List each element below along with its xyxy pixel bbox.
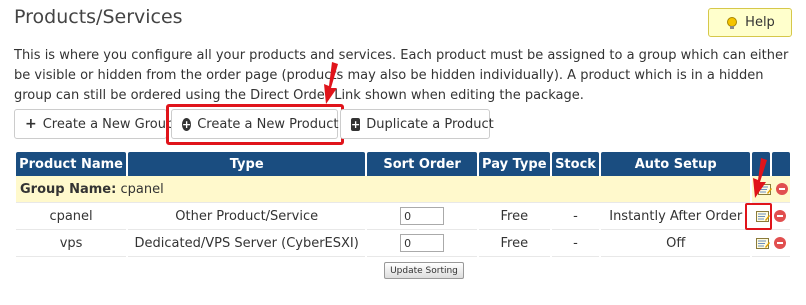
table-header-row: Product Name Type Sort Order Pay Type St… [16, 152, 790, 176]
update-sorting-button[interactable]: Update Sorting [384, 262, 464, 279]
product-type: Other Product/Service [128, 203, 366, 230]
row-actions [752, 203, 790, 230]
help-button[interactable]: Help [708, 8, 792, 37]
duplicate-product-button[interactable]: + Duplicate a Product [340, 109, 494, 139]
col-sort-order[interactable]: Sort Order [367, 152, 477, 176]
group-actions [752, 176, 790, 203]
create-product-button[interactable]: + Create a New Product [171, 109, 339, 139]
lightbulb-icon [727, 16, 738, 29]
edit-icon[interactable] [756, 237, 771, 250]
table-row: vps Dedicated/VPS Server (CyberESXI) Fre… [16, 230, 790, 257]
create-product-label: Create a New Product [197, 116, 339, 132]
square-plus-icon: + [351, 117, 361, 131]
page-title: Products/Services [14, 6, 183, 28]
products-table: Product Name Type Sort Order Pay Type St… [14, 152, 792, 257]
sort-order-input[interactable] [400, 234, 445, 252]
pay-type: Free [478, 203, 550, 230]
product-name: cpanel [16, 203, 127, 230]
col-stock[interactable]: Stock [551, 152, 600, 176]
row-actions [752, 230, 790, 257]
sort-order-cell [367, 230, 477, 257]
circle-plus-icon: + [182, 117, 192, 131]
page-description: This is where you configure all your pro… [14, 48, 789, 103]
group-name-value: cpanel [120, 181, 164, 197]
table-row: cpanel Other Product/Service Free - Inst… [16, 203, 790, 230]
group-name-label: Group Name: [20, 181, 117, 197]
delete-icon[interactable] [774, 210, 787, 222]
stock: - [551, 203, 600, 230]
create-group-label: Create a New Group [42, 116, 175, 132]
plus-icon: + [25, 116, 37, 132]
duplicate-product-label: Duplicate a Product [366, 116, 494, 132]
create-group-button[interactable]: + Create a New Group [14, 109, 174, 139]
edit-icon[interactable] [758, 183, 773, 196]
edit-icon[interactable] [756, 210, 771, 223]
group-row: Group Name: cpanel [16, 176, 790, 203]
product-type: Dedicated/VPS Server (CyberESXI) [128, 230, 366, 257]
delete-icon[interactable] [774, 237, 787, 249]
col-delete [772, 152, 790, 176]
col-pay-type[interactable]: Pay Type [478, 152, 550, 176]
sort-order-input[interactable] [400, 207, 445, 225]
group-name-cell: Group Name: cpanel [16, 176, 751, 203]
col-edit [752, 152, 771, 176]
product-name: vps [16, 230, 127, 257]
col-auto-setup[interactable]: Auto Setup [601, 152, 751, 176]
sort-order-cell [367, 203, 477, 230]
auto-setup: Instantly After Order [601, 203, 751, 230]
col-product-name[interactable]: Product Name [16, 152, 127, 176]
col-type[interactable]: Type [128, 152, 366, 176]
help-label: Help [745, 15, 775, 30]
auto-setup: Off [601, 230, 751, 257]
pay-type: Free [478, 230, 550, 257]
delete-icon[interactable] [776, 183, 789, 195]
stock: - [551, 230, 600, 257]
